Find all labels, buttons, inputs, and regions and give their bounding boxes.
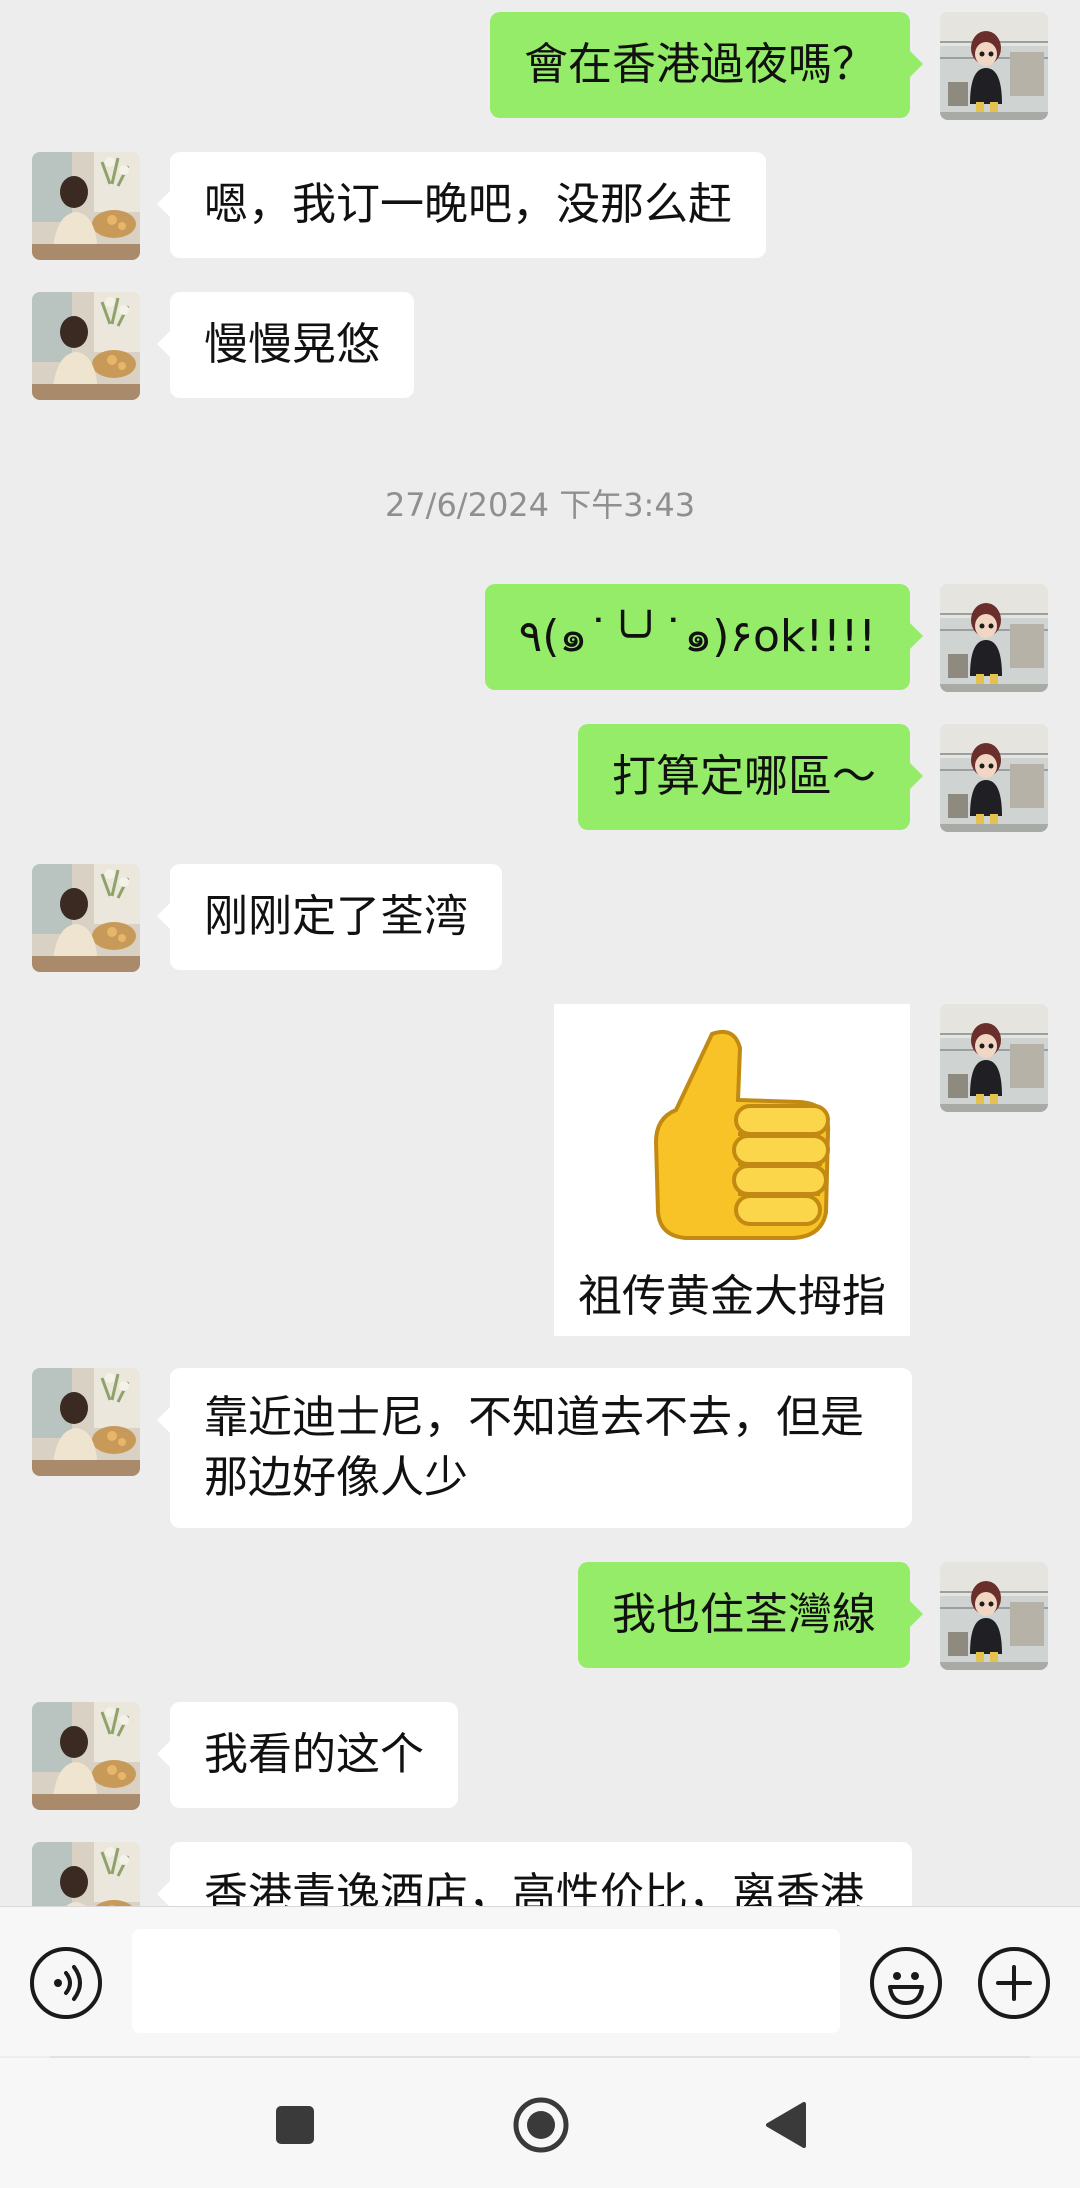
- system-nav-bar: [0, 2058, 1080, 2188]
- chat-input-bar: [0, 1906, 1080, 2056]
- message-bubble-incoming[interactable]: 刚刚定了荃湾: [157, 864, 502, 970]
- plus-icon: [996, 1965, 1032, 2001]
- contact-avatar[interactable]: [32, 292, 140, 400]
- thumbs-up-emoji-icon: [653, 1029, 831, 1240]
- home-button[interactable]: [508, 2092, 574, 2158]
- my-avatar[interactable]: [940, 1004, 1048, 1112]
- my-avatar[interactable]: [940, 1562, 1048, 1670]
- message-bubble-incoming[interactable]: 慢慢晃悠: [157, 292, 414, 398]
- my-avatar[interactable]: [940, 724, 1048, 832]
- message-input[interactable]: [132, 1929, 840, 2033]
- triangle-back-icon: [766, 2102, 806, 2148]
- contact-avatar[interactable]: [32, 1368, 140, 1476]
- sticker-message[interactable]: 祖传黄金大拇指: [554, 1004, 910, 1336]
- message-bubble-incoming[interactable]: 嗯，我订一晚吧，没那么赶: [157, 152, 766, 258]
- message-bubble-incoming[interactable]: 香港青逸酒店，高性价比，离香港: [157, 1842, 912, 1906]
- message-bubble-incoming[interactable]: 靠近迪士尼，不知道去不去，但是那边好像人少: [157, 1368, 912, 1528]
- emoji-button[interactable]: [870, 1947, 942, 2019]
- recents-button[interactable]: [262, 2092, 328, 2158]
- voice-icon: [54, 1965, 82, 2001]
- contact-avatar[interactable]: [32, 864, 140, 972]
- contact-avatar[interactable]: [32, 1842, 140, 1906]
- contact-avatar[interactable]: [32, 152, 140, 260]
- emoji-icon: [888, 1972, 924, 2005]
- circle-icon: [513, 2097, 569, 2153]
- message-bubble-outgoing[interactable]: 會在香港過夜嗎？: [490, 12, 923, 118]
- contact-avatar[interactable]: [32, 1702, 140, 1810]
- message-bubble-incoming[interactable]: 我看的这个: [157, 1702, 458, 1808]
- chat-timestamp: 27/6/2024 下午3:43: [384, 486, 696, 524]
- voice-button[interactable]: [30, 1947, 102, 2019]
- my-avatar[interactable]: [940, 584, 1048, 692]
- message-bubble-outgoing[interactable]: ٩(๑˙╰╯˙๑)۶ok!!!!: [484, 584, 924, 690]
- chat-area[interactable]: 會在香港過夜嗎？ 嗯，我订一晚吧，没那么赶 慢慢晃悠 27/6/2024 下午3…: [0, 0, 1080, 1906]
- square-icon: [276, 2106, 314, 2144]
- message-bubble-outgoing[interactable]: 打算定哪區～: [578, 724, 923, 830]
- sticker-caption: 祖传黄金大拇指: [578, 1271, 886, 1322]
- back-button[interactable]: [754, 2092, 820, 2158]
- more-button[interactable]: [978, 1947, 1050, 2019]
- message-bubble-outgoing[interactable]: 我也住荃灣線: [578, 1562, 923, 1668]
- my-avatar[interactable]: [940, 12, 1048, 120]
